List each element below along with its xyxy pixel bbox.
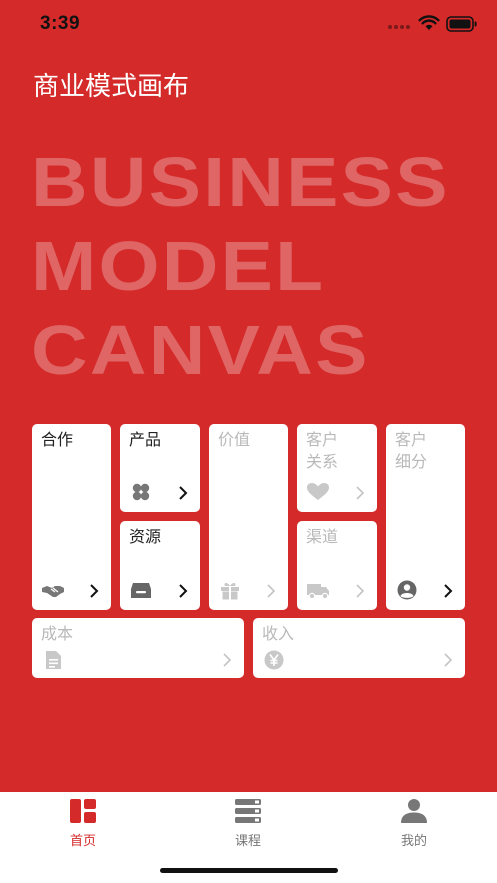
status-time: 3:39 bbox=[40, 13, 81, 34]
chevron-right-icon bbox=[267, 584, 276, 598]
block-label: 产品 bbox=[129, 430, 162, 449]
canvas-block-partners[interactable]: 合作 bbox=[32, 424, 111, 610]
block-label: 价值 bbox=[218, 430, 251, 449]
app-background: 3:39 商业模式画布 BUSINESS MODEL CANVAS 合作 产品 bbox=[0, 0, 497, 792]
status-bar: 3:39 bbox=[0, 0, 497, 50]
tab-profile[interactable]: 我的 bbox=[374, 798, 454, 858]
canvas-block-resources[interactable]: 资源 bbox=[120, 521, 200, 610]
battery-icon bbox=[446, 16, 477, 32]
tab-label: 我的 bbox=[400, 834, 427, 849]
canvas-block-cost[interactable]: 成本 bbox=[32, 618, 244, 678]
canvas-block-products[interactable]: 产品 bbox=[120, 424, 200, 512]
canvas-block-channels[interactable]: 渠道 bbox=[297, 521, 377, 610]
tab-home[interactable]: 首页 bbox=[43, 798, 123, 858]
canvas-block-customer-relations[interactable]: 客户 关系 bbox=[297, 424, 377, 512]
tab-label: 首页 bbox=[69, 834, 96, 849]
block-label: 收入 bbox=[262, 624, 295, 643]
document-icon bbox=[46, 651, 61, 669]
block-label: 客户 关系 bbox=[306, 430, 339, 471]
canvas-block-value[interactable]: 价值 bbox=[209, 424, 288, 610]
page-title: 商业模式画布 bbox=[33, 72, 190, 102]
heart-icon bbox=[307, 483, 329, 500]
canvas-block-revenue[interactable]: 收入 bbox=[253, 618, 465, 678]
wifi-icon bbox=[418, 15, 440, 30]
signal-icon bbox=[388, 24, 414, 30]
truck-icon bbox=[307, 584, 329, 600]
inbox-icon bbox=[131, 583, 151, 598]
yen-coin-icon bbox=[264, 650, 284, 670]
block-label: 资源 bbox=[129, 527, 162, 546]
handshake-icon bbox=[42, 586, 64, 597]
person-circle-icon bbox=[397, 580, 417, 600]
background-word-canvas: CANVAS bbox=[31, 311, 370, 389]
chevron-right-icon bbox=[90, 584, 99, 598]
chevron-right-icon bbox=[444, 653, 453, 667]
chevron-right-icon bbox=[179, 486, 188, 500]
clover-icon bbox=[132, 483, 150, 501]
block-label: 成本 bbox=[41, 624, 74, 643]
tab-courses[interactable]: 课程 bbox=[208, 798, 288, 858]
tab-label: 课程 bbox=[234, 834, 261, 849]
chevron-right-icon bbox=[179, 584, 188, 598]
background-word-model: MODEL bbox=[31, 227, 326, 305]
block-label: 合作 bbox=[41, 430, 74, 449]
books-icon bbox=[235, 799, 261, 823]
block-label: 客户 细分 bbox=[395, 430, 428, 471]
home-indicator bbox=[160, 868, 338, 873]
chevron-right-icon bbox=[223, 653, 232, 667]
background-word-business: BUSINESS bbox=[31, 143, 450, 221]
dashboard-icon bbox=[70, 799, 96, 823]
gift-icon bbox=[221, 582, 239, 600]
user-icon bbox=[401, 799, 427, 823]
chevron-right-icon bbox=[444, 584, 453, 598]
block-label: 渠道 bbox=[306, 527, 339, 546]
chevron-right-icon bbox=[356, 584, 365, 598]
chevron-right-icon bbox=[356, 486, 365, 500]
canvas-block-customer-segments[interactable]: 客户 细分 bbox=[386, 424, 465, 610]
